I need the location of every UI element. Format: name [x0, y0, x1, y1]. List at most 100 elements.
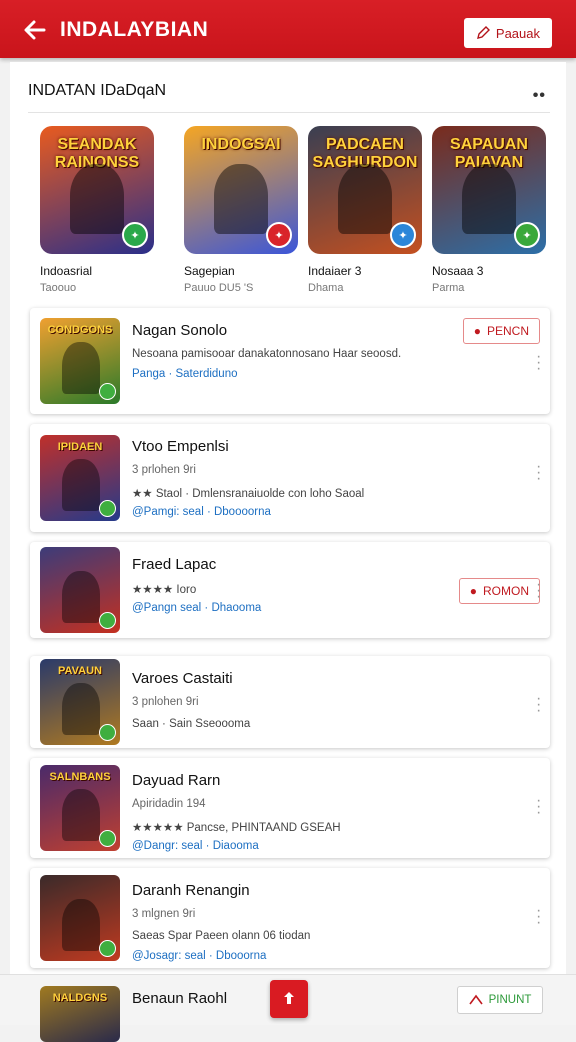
pin-icon	[468, 994, 483, 1005]
app-header: INDALAYBIAN Paauak	[0, 0, 576, 58]
card-action-button[interactable]: ● ROMON	[458, 578, 540, 604]
featured-game[interactable]: SAPAUAN PAIAVAN ✦ Nosaaa 3 Parma	[432, 126, 546, 294]
card-menu-icon[interactable]: · · ·	[536, 903, 541, 931]
character-figure	[62, 789, 100, 841]
game-card[interactable]: Daranh Renangin 3 mlgnen 9ri Saeas Spar Pa…	[30, 868, 550, 968]
verified-badge-icon	[99, 830, 116, 847]
card-action-button[interactable]: ● PENCN	[462, 318, 540, 344]
featured-sub: Parma	[432, 282, 465, 294]
game-description: ★★★★ Ioro	[132, 584, 197, 596]
verified-badge-icon	[99, 500, 116, 517]
section-title: INDATAN IDaDqaN	[28, 82, 167, 99]
game-name: Vtoo Empenlsi	[132, 438, 229, 455]
header-action-label: Paauak	[495, 25, 540, 41]
game-card[interactable]: CONDGONS Nagan Sonolo Nesoana pamisooar da…	[30, 308, 550, 414]
featured-thumbnail: INDOGSAI ✦	[184, 126, 298, 254]
game-card[interactable]: SALNBANS Dayuad Rarn Apiridadin 194 ★★★★★ P…	[30, 758, 550, 858]
section-divider	[28, 112, 550, 113]
card-menu-icon[interactable]: · · ·	[536, 459, 541, 487]
game-card[interactable]: Fraed Lapac ★★★★ Ioro @Pangn seal · Dhaoom…	[30, 542, 550, 638]
page-title: INDALAYBIAN	[60, 18, 209, 41]
game-description: Nesoana pamisooar danakatonnosano Haar s…	[132, 348, 402, 360]
game-name: Varoes Castaiti	[132, 670, 233, 687]
game-icon: CONDGONS	[40, 318, 120, 404]
game-meta: 3 prlohen 9ri	[132, 464, 196, 476]
game-description: ★★★★★ Pancse, PHINTAAND GSEAH	[132, 822, 341, 834]
header-action-button[interactable]: Paauak	[463, 18, 552, 48]
game-tags: @Josagr: seal · Dbooorna	[132, 950, 267, 962]
game-tags: @Pangn seal · Dhaooma	[132, 602, 262, 614]
game-art-title: PAVAUN	[58, 665, 102, 677]
character-figure	[62, 899, 100, 951]
more-options-icon[interactable]: ••	[533, 87, 546, 105]
action-icon: ●	[469, 584, 477, 598]
verified-badge-icon	[99, 724, 116, 741]
game-name: Dayuad Rarn	[132, 772, 221, 789]
game-meta: 3 mlgnen 9ri	[132, 908, 196, 920]
game-icon	[40, 875, 120, 961]
character-figure	[214, 164, 268, 234]
platform-badge-icon: ✦	[266, 222, 292, 248]
game-icon: NALDGNS	[40, 986, 120, 1042]
action-icon: ●	[473, 324, 481, 338]
character-figure	[62, 459, 100, 511]
featured-name: Nosaaa 3	[432, 264, 484, 278]
card-action-label: PENCN	[486, 324, 529, 338]
game-name: Fraed Lapac	[132, 556, 217, 573]
game-icon	[40, 547, 120, 633]
featured-thumbnail: SAPAUAN PAIAVAN ✦	[432, 126, 546, 254]
game-tags: Panga · Saterdiduno	[132, 368, 238, 380]
share-icon	[284, 992, 294, 1004]
character-figure	[62, 683, 100, 735]
featured-game[interactable]: SEANDAK RAINONSS ✦ Indoasrial Taoouo	[40, 126, 154, 294]
featured-thumbnail: SEANDAK RAINONSS ✦	[40, 126, 154, 254]
game-card[interactable]: IPIDAEN Vtoo Empenlsi 3 prlohen 9ri ★★ Stao…	[30, 424, 550, 532]
game-art-title: CONDGONS	[47, 324, 113, 336]
game-meta: 3 pnlohen 9ri	[132, 696, 199, 708]
verified-badge-icon	[99, 940, 116, 957]
character-figure	[62, 342, 100, 394]
character-figure	[70, 164, 124, 234]
character-figure	[338, 164, 392, 234]
game-name: Daranh Renangin	[132, 882, 250, 899]
featured-sub: Dhama	[308, 282, 344, 294]
game-art-title: SALNBANS	[49, 771, 111, 783]
featured-game[interactable]: INDOGSAI ✦ Sagepian Pauuo DU5 'S	[184, 126, 298, 294]
card-action-label: ROMON	[483, 584, 529, 598]
platform-badge-icon: ✦	[122, 222, 148, 248]
platform-badge-icon: ✦	[514, 222, 540, 248]
featured-thumbnail: PADCAEN SAGHURDON ✦	[308, 126, 422, 254]
game-tags: @Dangr: seal · Diaooma	[132, 840, 259, 852]
game-name: Benaun Raohl	[132, 990, 228, 1007]
card-menu-icon[interactable]: · · ·	[536, 349, 541, 377]
share-fab-button[interactable]	[270, 980, 308, 1018]
platform-badge-icon: ✦	[390, 222, 416, 248]
game-tags: @Pamgi: seal · Dboooorna	[132, 506, 271, 518]
character-figure	[62, 571, 100, 623]
verified-badge-icon	[99, 383, 116, 400]
card-menu-icon[interactable]: · · ·	[536, 793, 541, 821]
game-description: Saeas Spar Paeen olann 06 tiodan	[132, 930, 311, 942]
featured-name: Indoasrial	[40, 264, 93, 278]
bottom-action-label: PINUNT	[488, 994, 532, 1006]
game-icon: PAVAUN	[40, 659, 120, 745]
game-meta: Apiridadin 194	[132, 798, 206, 810]
featured-sub: Pauuo DU5 'S	[184, 282, 254, 294]
card-menu-icon[interactable]: · · ·	[536, 577, 541, 605]
back-arrow-icon[interactable]	[22, 17, 48, 43]
character-figure	[462, 164, 516, 234]
game-card[interactable]: PAVAUN Varoes Castaiti 3 pnlohen 9ri Saan ·…	[30, 656, 550, 748]
game-icon: SALNBANS	[40, 765, 120, 851]
bottom-action-button[interactable]: PINUNT	[457, 986, 543, 1014]
card-menu-icon[interactable]: · · ·	[536, 691, 541, 719]
featured-name: Sagepian	[184, 264, 235, 278]
featured-name: Indaiaer 3	[308, 264, 362, 278]
game-description: Saan · Sain Sseoooma	[132, 718, 251, 730]
featured-art-title: INDOGSAI	[201, 136, 281, 153]
edit-icon	[476, 26, 490, 39]
featured-sub: Taoouo	[40, 282, 77, 294]
featured-game[interactable]: PADCAEN SAGHURDON ✦ Indaiaer 3 Dhama	[308, 126, 422, 294]
game-description: ★★ Staol · Dmlensranaiuolde con loho Sao…	[132, 488, 365, 500]
verified-badge-icon	[99, 612, 116, 629]
game-icon: IPIDAEN	[40, 435, 120, 521]
